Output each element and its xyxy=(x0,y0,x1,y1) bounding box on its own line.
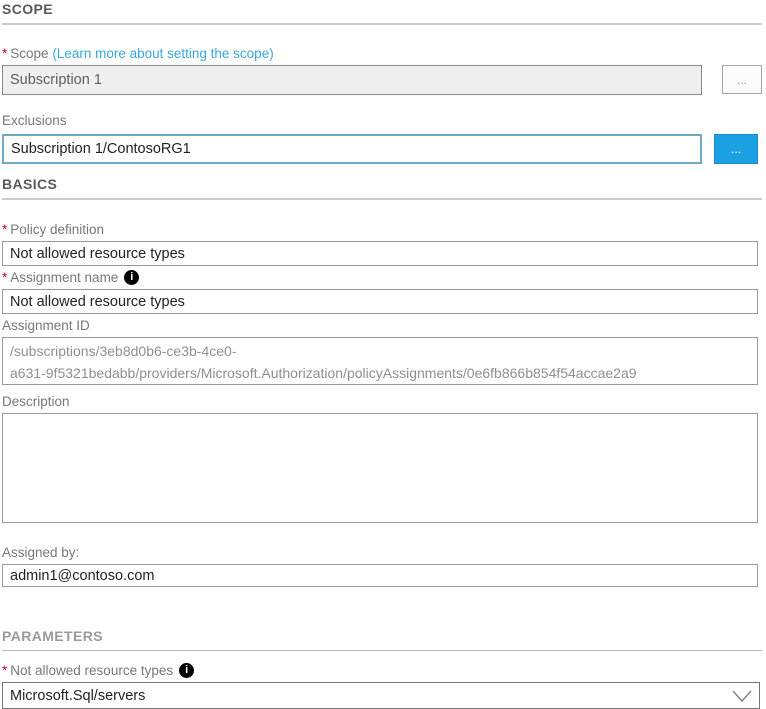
exclusions-input[interactable] xyxy=(2,134,702,164)
not-allowed-resource-types-label: *Not allowed resource types i xyxy=(2,663,762,678)
info-icon[interactable]: i xyxy=(179,663,194,678)
assignment-id-label: Assignment ID xyxy=(2,318,762,333)
assignment-id-textarea[interactable]: /subscriptions/3eb8d0b6-ce3b-4ce0- a631-… xyxy=(2,337,758,385)
description-label: Description xyxy=(2,394,762,409)
dropdown-selected-value: Microsoft.Sql/servers xyxy=(10,688,145,704)
policy-definition-label-text: Policy definition xyxy=(10,222,104,237)
scope-learn-more-link[interactable]: (Learn more about setting the scope) xyxy=(52,46,273,61)
scope-label-text: Scope xyxy=(10,46,48,61)
assign-policy-form: SCOPE *Scope (Learn more about setting t… xyxy=(0,0,766,709)
parameters-section-header: PARAMETERS xyxy=(2,629,762,644)
assignment-name-label: *Assignment name i xyxy=(2,270,762,285)
scope-field-row: ... xyxy=(2,65,762,95)
required-asterisk: * xyxy=(2,270,7,285)
chevron-down-icon xyxy=(731,688,753,704)
required-asterisk: * xyxy=(2,46,7,61)
exclusions-field-row: ... xyxy=(2,134,762,164)
exclusions-label: Exclusions xyxy=(2,113,762,128)
assigned-by-input[interactable] xyxy=(2,564,758,587)
info-icon[interactable]: i xyxy=(124,270,139,285)
assignment-name-label-text: Assignment name xyxy=(10,270,118,285)
parameters-divider xyxy=(2,650,762,651)
scope-section-header: SCOPE xyxy=(2,2,762,17)
policy-definition-label: *Policy definition xyxy=(2,222,762,237)
policy-definition-input[interactable] xyxy=(2,241,758,266)
required-asterisk: * xyxy=(2,663,7,678)
assignment-name-input[interactable] xyxy=(2,289,758,314)
scope-input[interactable] xyxy=(2,65,702,95)
scope-divider xyxy=(2,23,762,25)
not-allowed-resource-types-label-text: Not allowed resource types xyxy=(10,663,173,678)
basics-section-header: BASICS xyxy=(2,177,762,192)
description-textarea[interactable] xyxy=(2,413,758,523)
basics-divider xyxy=(2,198,762,200)
not-allowed-resource-types-dropdown[interactable]: Microsoft.Sql/servers xyxy=(2,682,760,709)
required-asterisk: * xyxy=(2,222,7,237)
scope-label: *Scope (Learn more about setting the sco… xyxy=(2,46,762,61)
exclusions-browse-button[interactable]: ... xyxy=(714,134,758,164)
scope-browse-button[interactable]: ... xyxy=(722,65,762,94)
assigned-by-label: Assigned by: xyxy=(2,545,762,560)
